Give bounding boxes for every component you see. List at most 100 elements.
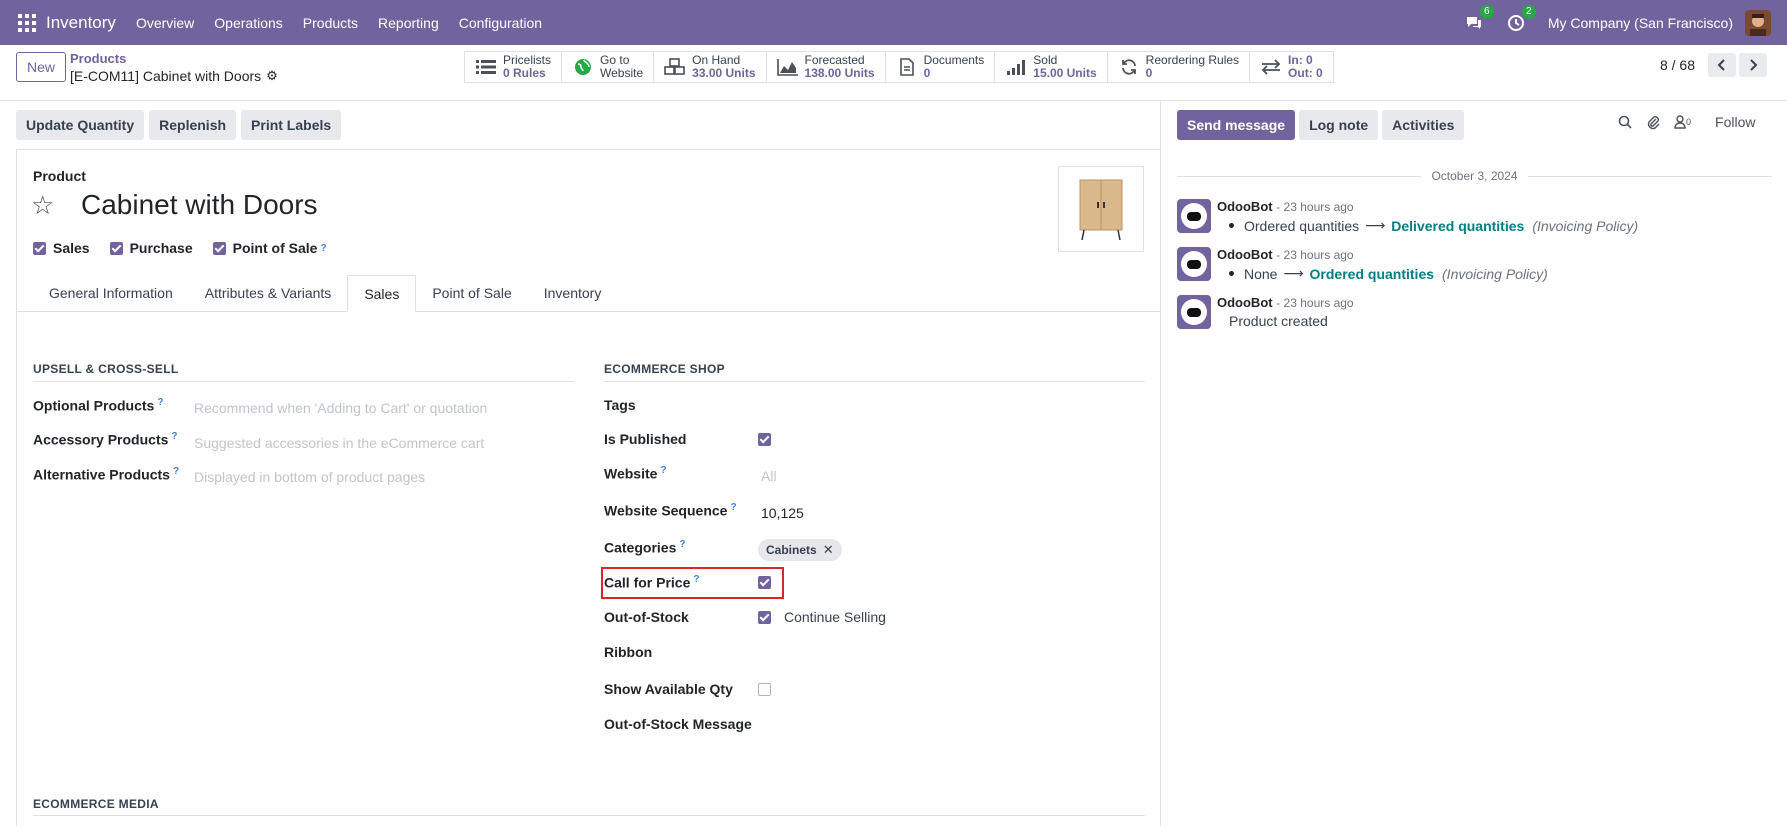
message-author[interactable]: OdooBot (1217, 295, 1273, 310)
menu-overview[interactable]: Overview (136, 15, 194, 31)
pos-check-label: Point of Sale (232, 240, 318, 256)
menu-products[interactable]: Products (303, 15, 358, 31)
go-to-website-button[interactable]: Go to Website (562, 52, 655, 82)
upsell-section-line (33, 381, 574, 382)
search-icon[interactable] (1618, 115, 1632, 129)
smart-buttons: Pricelists 0 Rules Go to Website On Hand 33… (464, 51, 1334, 83)
help-tooltip-icon[interactable]: ? (679, 539, 685, 550)
help-tooltip-icon[interactable]: ? (157, 397, 163, 408)
accessory-products-input[interactable]: Suggested accessories in the eCommerce c… (194, 435, 484, 451)
website-sequence-input[interactable]: 10,125 (761, 505, 804, 521)
gear-icon[interactable]: ⚙ (266, 68, 278, 84)
website-text: Website (604, 465, 658, 482)
tab-general-information[interactable]: General Information (33, 275, 189, 312)
product-label: Product (33, 168, 86, 184)
help-tooltip-icon[interactable]: ? (320, 243, 326, 254)
menu-reporting[interactable]: Reporting (378, 15, 439, 31)
send-message-button[interactable]: Send message (1177, 110, 1296, 140)
pos-check-box[interactable] (212, 241, 226, 255)
pager-next-button[interactable] (1739, 53, 1767, 77)
follow-button[interactable]: Follow (1715, 114, 1755, 130)
website-label: Website (600, 66, 644, 80)
menu-operations[interactable]: Operations (214, 15, 282, 31)
remove-tag-icon[interactable]: ✕ (823, 539, 834, 561)
breadcrumb-current: [E-COM11] Cabinet with Doors ⚙ (70, 68, 278, 84)
product-image[interactable] (1058, 166, 1144, 252)
sales-checkbox[interactable]: Sales (33, 240, 90, 256)
reordering-rules-button[interactable]: Reordering Rules 0 (1108, 52, 1251, 82)
tab-sales[interactable]: Sales (347, 275, 417, 312)
sold-button[interactable]: Sold 15.00 Units (995, 52, 1108, 82)
call-for-price-checkbox[interactable] (758, 576, 771, 589)
tab-attributes-variants[interactable]: Attributes & Variants (189, 275, 348, 312)
on-hand-button[interactable]: On Hand 33.00 Units (654, 52, 767, 82)
tab-inventory[interactable]: Inventory (528, 275, 618, 312)
messages-icon[interactable]: 6 (1464, 4, 1494, 33)
activities-clock-icon[interactable]: 2 (1506, 4, 1536, 33)
help-tooltip-icon[interactable]: ? (693, 574, 699, 585)
out-of-stock-message-label: Out-of-Stock Message (604, 716, 752, 732)
continue-selling-checkbox[interactable] (758, 610, 771, 624)
favorite-star-icon[interactable]: ☆ (31, 190, 54, 221)
help-tooltip-icon[interactable]: ? (660, 465, 666, 476)
new-button[interactable]: New (16, 52, 67, 82)
log-note-button[interactable]: Log note (1299, 110, 1379, 140)
category-tag[interactable]: Cabinets ✕ (758, 539, 842, 561)
followers-lock-icon[interactable]: 0 (1674, 115, 1691, 129)
purchase-check-label: Purchase (129, 240, 193, 256)
categories-text: Categories (604, 539, 677, 556)
documents-button[interactable]: Documents 0 (886, 52, 996, 82)
update-quantity-button[interactable]: Update Quantity (16, 110, 145, 140)
show-available-qty-checkbox[interactable] (758, 683, 771, 696)
signal-icon (1005, 58, 1027, 76)
purchase-checkbox[interactable]: Purchase (109, 240, 193, 256)
category-tag-label: Cabinets (766, 543, 817, 557)
continue-selling-option[interactable]: Continue Selling (758, 609, 886, 625)
breadcrumb-products[interactable]: Products (70, 51, 126, 66)
accessory-products-label: Accessory Products? (33, 431, 178, 448)
help-tooltip-icon[interactable]: ? (171, 431, 177, 442)
pager: 8 / 68 (1660, 53, 1767, 77)
sales-check-box[interactable] (33, 241, 46, 255)
website-input[interactable]: All (761, 468, 777, 484)
odoobot-avatar[interactable] (1177, 247, 1211, 281)
new-value: Ordered quantities (1309, 265, 1435, 282)
tab-point-of-sale[interactable]: Point of Sale (416, 275, 527, 312)
apps-grid-icon[interactable] (18, 13, 36, 32)
app-name[interactable]: Inventory (46, 13, 116, 33)
ecommerce-shop-section-title: ECOMMERCE SHOP (604, 362, 725, 376)
odoobot-avatar[interactable] (1177, 295, 1211, 329)
message-author[interactable]: OdooBot (1217, 247, 1273, 262)
purchase-check-box[interactable] (109, 241, 123, 255)
activities-button[interactable]: Activities (1382, 110, 1465, 140)
product-name-field[interactable]: Cabinet with Doors (81, 189, 318, 221)
new-value: Delivered quantities (1391, 217, 1525, 234)
menu-configuration[interactable]: Configuration (459, 15, 542, 31)
pager-value[interactable]: 8 / 68 (1660, 57, 1695, 73)
forecasted-button[interactable]: Forecasted 138.00 Units (767, 52, 886, 82)
ecommerce-section-line (604, 381, 1145, 382)
help-tooltip-icon[interactable]: ? (173, 466, 179, 477)
is-published-checkbox[interactable] (758, 433, 771, 446)
paperclip-icon[interactable] (1646, 114, 1660, 130)
form-sheet: Product ☆ Cabinet with Doors Sales Purch… (16, 149, 1161, 826)
activities-badge: 2 (1521, 4, 1536, 19)
upsell-section-title: UPSELL & CROSS-SELL (33, 362, 179, 376)
message-author[interactable]: OdooBot (1217, 199, 1273, 214)
print-labels-button[interactable]: Print Labels (241, 110, 342, 140)
form-tabs: General Information Attributes & Variant… (17, 275, 1160, 312)
optional-products-input[interactable]: Recommend when 'Adding to Cart' or quota… (194, 400, 487, 416)
help-tooltip-icon[interactable]: ? (730, 502, 736, 513)
alternative-products-input[interactable]: Displayed in bottom of product pages (194, 469, 425, 485)
odoobot-avatar[interactable] (1177, 199, 1211, 233)
replenish-button[interactable]: Replenish (149, 110, 237, 140)
pager-previous-button[interactable] (1708, 53, 1736, 77)
date-separator: October 3, 2024 (1177, 169, 1772, 183)
pos-checkbox[interactable]: Point of Sale? (212, 240, 327, 256)
pricelists-button[interactable]: Pricelists 0 Rules (465, 52, 563, 82)
company-switcher[interactable]: My Company (San Francisco) (1548, 15, 1733, 31)
product-flags: Sales Purchase Point of Sale? (33, 240, 347, 256)
in-out-button[interactable]: In: 0 Out: 0 (1250, 52, 1333, 82)
old-value: None (1244, 265, 1278, 282)
user-avatar[interactable] (1745, 9, 1771, 36)
